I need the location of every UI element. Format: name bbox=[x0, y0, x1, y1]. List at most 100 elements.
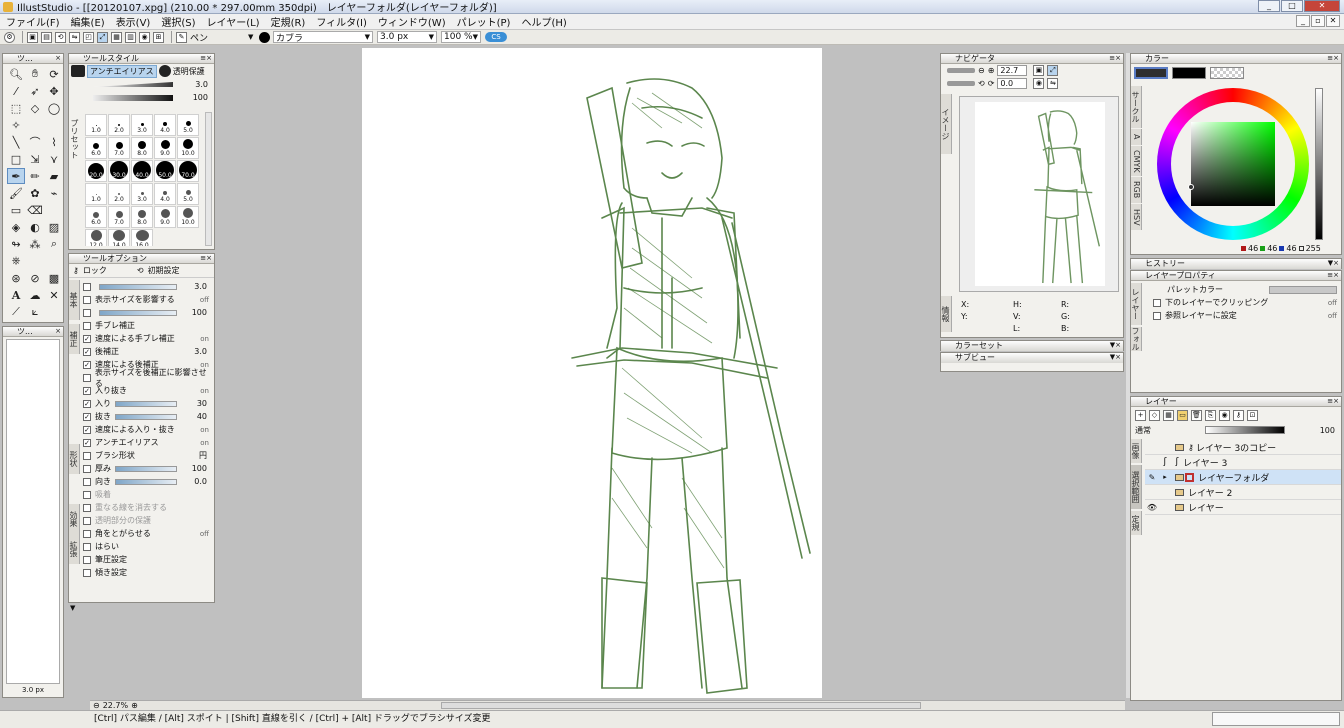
brush-preset[interactable]: 10.0 bbox=[177, 137, 199, 159]
option-row[interactable]: ✓ 速度による手ブレ補正 on bbox=[83, 332, 213, 345]
option-row[interactable]: 表示サイズを影響する off bbox=[83, 293, 213, 306]
expand-icon[interactable]: ▼× bbox=[1110, 341, 1121, 350]
new-tone-layer-icon[interactable]: ▦ bbox=[1163, 409, 1174, 421]
preset-scrollbar[interactable] bbox=[205, 112, 212, 246]
ruler-tool-icon[interactable]: ⟋ bbox=[7, 304, 25, 320]
sub-view-panel[interactable]: サブビュー ▼× bbox=[940, 352, 1124, 372]
tab-folder[interactable]: フォル bbox=[1131, 327, 1142, 351]
option-checkbox[interactable] bbox=[83, 555, 91, 564]
brush-preset[interactable]: 7.0 bbox=[108, 137, 130, 159]
rotate-slider[interactable] bbox=[947, 81, 975, 86]
drawing-canvas[interactable] bbox=[362, 48, 822, 698]
brush-preset[interactable]: 4.0 bbox=[154, 183, 176, 205]
antialias-tab[interactable]: アンチエイリアス bbox=[87, 64, 157, 78]
menu-window[interactable]: ウィンドウ(W) bbox=[378, 14, 446, 29]
tab-circle[interactable]: サークル bbox=[1131, 86, 1142, 128]
perspective-tool-icon[interactable]: ⟀ bbox=[26, 304, 44, 320]
option-slider[interactable] bbox=[99, 309, 177, 316]
option-checkbox[interactable] bbox=[83, 308, 91, 317]
menu-filter[interactable]: フィルタ(I) bbox=[316, 14, 367, 29]
blend-mode-select[interactable]: 通常 bbox=[1135, 425, 1205, 436]
flip-icon[interactable]: ⇋ bbox=[1047, 78, 1059, 89]
zoom-out-icon[interactable]: ⊖ bbox=[93, 701, 100, 710]
density-slider[interactable] bbox=[93, 94, 173, 101]
dropdown-arrow-icon[interactable]: ▼ bbox=[248, 33, 256, 41]
option-slider[interactable] bbox=[115, 465, 177, 472]
brush-preset[interactable]: 2.0 bbox=[108, 114, 130, 136]
option-row[interactable]: 向き 0.0 bbox=[83, 475, 213, 488]
eye-icon[interactable]: 👁︎ bbox=[1145, 503, 1159, 512]
tab-basic[interactable]: 基本 bbox=[69, 280, 80, 320]
option-checkbox[interactable] bbox=[83, 321, 91, 330]
ellipse-select-icon[interactable]: ◯ bbox=[45, 100, 63, 116]
option-slider[interactable] bbox=[115, 400, 177, 407]
layer-opacity-slider[interactable] bbox=[1205, 426, 1285, 434]
panel-close-icon[interactable]: × bbox=[55, 54, 61, 63]
history-panel[interactable]: ヒストリー ▼× bbox=[1130, 258, 1342, 269]
flip-icon[interactable]: ⇋ bbox=[69, 31, 80, 43]
brush-preset[interactable]: 9.0 bbox=[154, 206, 176, 228]
clip-studio-icon[interactable]: CS bbox=[485, 32, 508, 42]
menu-edit[interactable]: 編集(E) bbox=[71, 14, 105, 29]
menu-file[interactable]: ファイル(F) bbox=[6, 14, 60, 29]
tab-rgb[interactable]: RGB bbox=[1131, 177, 1142, 203]
tab-layer[interactable]: レイヤー bbox=[1131, 283, 1142, 325]
pen-tool-icon[interactable]: ✒ bbox=[7, 168, 25, 184]
option-row[interactable]: 傾き設定 bbox=[83, 566, 213, 579]
fill-close-icon[interactable]: ◐ bbox=[26, 219, 44, 235]
brush-preset[interactable]: 70.0 bbox=[177, 160, 199, 182]
option-row[interactable]: 筆圧設定 bbox=[83, 553, 213, 566]
panel-menu-icon[interactable]: ≡× bbox=[1327, 54, 1339, 63]
rotate-icon[interactable]: ⟲ bbox=[55, 31, 66, 43]
frame-tool-icon[interactable]: ✕ bbox=[45, 287, 63, 303]
color-picker-cursor[interactable] bbox=[1188, 184, 1194, 190]
brush-preset[interactable]: 1.0 bbox=[85, 183, 107, 205]
option-checkbox[interactable] bbox=[83, 464, 91, 473]
balloon-tool-icon[interactable]: ☁ bbox=[26, 287, 44, 303]
layer-select-icon[interactable]: ⊛ bbox=[7, 270, 25, 286]
brush-preset[interactable]: 40.0 bbox=[131, 160, 153, 182]
menu-palette[interactable]: パレット(P) bbox=[457, 14, 511, 29]
zoom-tool-icon[interactable]: 🔍︎ bbox=[7, 66, 25, 82]
curve-tool-icon[interactable]: ⌒ bbox=[26, 134, 44, 150]
preset-tab[interactable]: プリセット bbox=[69, 109, 80, 169]
option-checkbox[interactable] bbox=[83, 373, 91, 382]
option-row[interactable]: はらい bbox=[83, 540, 213, 553]
zoom-in-icon[interactable]: ⊕ bbox=[131, 701, 138, 710]
brush-preset[interactable]: 8.0 bbox=[131, 137, 153, 159]
pencil-tool-icon[interactable]: ✏ bbox=[26, 168, 44, 184]
brush-preset[interactable]: 6.0 bbox=[85, 206, 107, 228]
opacity-select[interactable]: 100 % ▼ bbox=[441, 31, 482, 43]
brush-preset[interactable]: 20.0 bbox=[85, 160, 107, 182]
maximize-button[interactable]: □ bbox=[1281, 0, 1303, 12]
lasso-select-icon[interactable]: ◇ bbox=[26, 100, 44, 116]
eraser-tool-icon[interactable]: ▭ bbox=[7, 202, 25, 218]
option-checkbox[interactable] bbox=[83, 568, 91, 577]
gradient-tool-icon[interactable]: ▨ bbox=[45, 219, 63, 235]
expand-icon[interactable]: ▼× bbox=[1328, 259, 1339, 268]
option-checkbox[interactable] bbox=[83, 477, 91, 486]
rect-select-icon[interactable]: ⬚ bbox=[7, 100, 25, 116]
new-layer-icon[interactable]: + bbox=[1135, 409, 1146, 421]
lock-layer-icon[interactable]: ⚷ bbox=[1233, 409, 1244, 421]
pen-tool-icon[interactable]: ✎ bbox=[176, 31, 187, 43]
main-color-swatch[interactable] bbox=[1134, 67, 1168, 79]
menu-select[interactable]: 選択(S) bbox=[161, 14, 195, 29]
brush-select[interactable]: カブラ ▼ bbox=[273, 31, 374, 44]
mask-layer-icon[interactable]: ◉ bbox=[1219, 409, 1230, 421]
option-checkbox[interactable]: ✓ bbox=[83, 386, 91, 395]
path-tool-icon[interactable]: ⋎ bbox=[45, 151, 63, 167]
option-checkbox[interactable] bbox=[83, 542, 91, 551]
option-checkbox[interactable]: ✓ bbox=[83, 425, 91, 434]
tab-a[interactable]: A bbox=[1131, 129, 1142, 145]
option-row[interactable]: 角をとがらせる off bbox=[83, 527, 213, 540]
option-row[interactable]: 厚み 100 bbox=[83, 462, 213, 475]
brush-size-select[interactable]: 3.0 px ▼ bbox=[377, 31, 438, 43]
brush-preset[interactable]: 3.0 bbox=[131, 183, 153, 205]
brush-preset[interactable]: 5.0 bbox=[177, 114, 199, 136]
tab-ruler[interactable]: 定規 bbox=[1131, 511, 1142, 535]
polyline-tool-icon[interactable]: ⌇ bbox=[45, 134, 63, 150]
panel-menu-icon[interactable]: ≡× bbox=[1327, 397, 1339, 406]
lock-icon[interactable]: ⚷ bbox=[73, 266, 79, 275]
option-row[interactable]: 100 bbox=[83, 306, 213, 319]
